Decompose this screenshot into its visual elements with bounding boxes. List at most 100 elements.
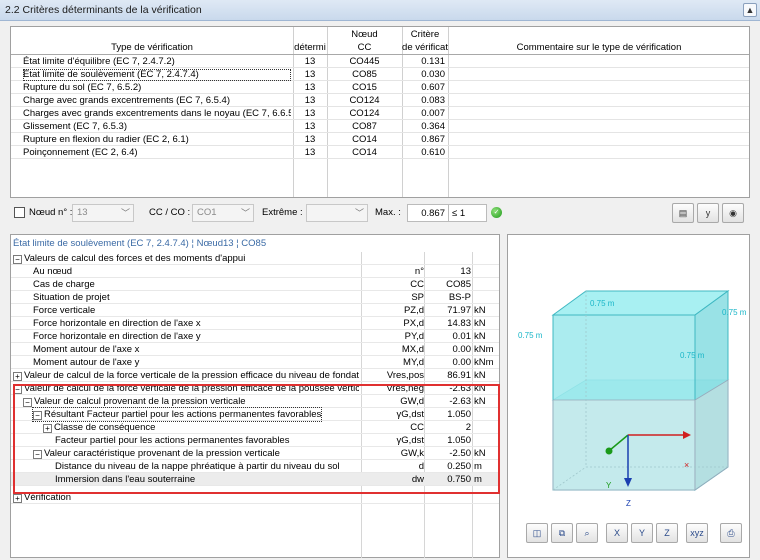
- tree-row-value: 86.91: [447, 370, 471, 381]
- expand-icon[interactable]: +: [43, 424, 52, 433]
- collapse-icon[interactable]: −: [23, 398, 32, 407]
- tree-row-unit: kN: [474, 396, 486, 407]
- tree-row[interactable]: Moment autour de l'axe x MX,d 0.00 kNm: [11, 343, 499, 356]
- graphic-view: × 0.75 m 0.75 m 0.75 m 0.75 m Y Z ◫ ⧉ ⌕ …: [507, 234, 750, 558]
- header-node[interactable]: Nœud: [327, 29, 402, 41]
- tree-row-label: Distance du niveau de la nappe phréatiqu…: [55, 461, 340, 472]
- table-row[interactable]: Glissement (EC 7, 6.5.3) 13 CO87 0.364: [11, 121, 749, 133]
- header-comment[interactable]: Commentaire sur le type de vérification: [448, 42, 750, 54]
- tree-row[interactable]: Facteur partiel pour les actions permane…: [11, 434, 499, 447]
- cc-select[interactable]: CO1 ﹀: [192, 204, 254, 222]
- header-criterion-sub[interactable]: de vérificat: [402, 42, 448, 54]
- cc-select-value: CO1: [197, 207, 217, 218]
- tree-row-symbol: PZ,d: [403, 305, 424, 316]
- tree-row[interactable]: Au nœud n° 13: [11, 265, 499, 278]
- row-node: 13: [304, 108, 316, 119]
- tree-row-symbol: γG,dst: [396, 409, 424, 420]
- tree-row-label: Valeurs de calcul des forces et des mome…: [24, 253, 246, 264]
- row-criterion: 0.007: [421, 108, 445, 119]
- tree-row[interactable]: + Vérification: [11, 491, 499, 504]
- tree-row[interactable]: Immersion dans l'eau souterraine dw 0.75…: [11, 473, 499, 486]
- table-row[interactable]: Poinçonnement (EC 2, 6.4) 13 CO14 0.610: [11, 147, 749, 159]
- collapse-icon[interactable]: −: [13, 385, 22, 394]
- tree-row[interactable]: − Valeur de calcul de la force verticale …: [11, 382, 499, 395]
- filter-bar: Nœud n° : 13 ﹀ CC / CO : CO1 ﹀ Extrême :…: [10, 203, 750, 223]
- collapse-icon[interactable]: −: [33, 450, 42, 459]
- tree-row-symbol: CC: [410, 422, 424, 433]
- view-z-button[interactable]: Z: [656, 523, 678, 543]
- tree-row-symbol: GW,k: [400, 448, 424, 459]
- row-criterion: 0.030: [421, 69, 445, 80]
- row-criterion: 0.083: [421, 95, 445, 106]
- zoom-tool-button[interactable]: ⌕: [576, 523, 598, 543]
- table-row[interactable]: Charges avec grands excentrements dans l…: [11, 108, 749, 120]
- view-eye-button[interactable]: ◉: [722, 203, 744, 223]
- collapse-icon[interactable]: −: [13, 255, 22, 264]
- tree-row-label: Moment autour de l'axe y: [33, 357, 140, 368]
- tree-row-symbol: dw: [411, 474, 424, 485]
- tree-row[interactable]: Cas de charge CC CO85: [11, 278, 499, 291]
- expand-icon[interactable]: +: [13, 372, 22, 381]
- tree-row[interactable]: Force verticale PZ,d 71.97 kN: [11, 304, 499, 317]
- tree-row[interactable]: Force horizontale en direction de l'axe …: [11, 330, 499, 343]
- table-row[interactable]: Rupture du sol (EC 7, 6.5.2) 13 CO15 0.6…: [11, 82, 749, 94]
- row-type: Rupture du sol (EC 7, 6.5.2): [23, 82, 142, 93]
- tree-row[interactable]: Moment autour de l'axe y MY,d 0.00 kNm: [11, 356, 499, 369]
- tree-row[interactable]: Situation de projet SP BS-P: [11, 291, 499, 304]
- tree-row-unit: kN: [474, 448, 486, 459]
- export-excel-button[interactable]: ▤: [672, 203, 694, 223]
- table-row[interactable]: État limite de soulèvement (EC 7, 2.4.7.…: [11, 69, 749, 81]
- collapse-button[interactable]: ▲: [743, 3, 757, 17]
- tree-row-value: 0.01: [452, 331, 472, 342]
- view-y-button[interactable]: Y: [631, 523, 653, 543]
- header-cc[interactable]: CC: [327, 42, 402, 54]
- collapse-icon[interactable]: −: [33, 411, 42, 420]
- details-tree: État limite de soulèvement (EC 7, 2.4.7.…: [10, 234, 500, 558]
- axis-z-label: Z: [626, 499, 631, 508]
- view-x-button[interactable]: X: [606, 523, 628, 543]
- header-criterion[interactable]: Critère: [402, 29, 448, 41]
- tree-row-value: -2.63: [449, 383, 471, 394]
- row-node: 13: [304, 69, 316, 80]
- tree-row[interactable]: + Valeur de calcul de la force verticale …: [11, 369, 499, 382]
- node-select[interactable]: 13 ﹀: [72, 204, 134, 222]
- table-row[interactable]: Rupture en flexion du radier (EC 2, 6.1)…: [11, 134, 749, 146]
- table-row[interactable]: État limite d'équilibre (EC 7, 2.4.7.2) …: [11, 56, 749, 68]
- tree-row[interactable]: − Résultant Facteur partiel pour les acti…: [11, 407, 499, 422]
- print-button[interactable]: ⎙: [720, 523, 742, 543]
- iso-view-button[interactable]: ◫: [526, 523, 548, 543]
- tree-row[interactable]: − Valeurs de calcul des forces et des mom…: [11, 252, 499, 265]
- tree-row-label: Au nœud: [33, 266, 73, 277]
- tree-row-unit: kN: [474, 305, 486, 316]
- tree-row-value: 1.050: [447, 435, 471, 446]
- tree-row-symbol: Vres,pos: [386, 370, 424, 381]
- tree-row-symbol: MX,d: [401, 344, 424, 355]
- view-xyz-button[interactable]: xyz: [686, 523, 708, 543]
- tree-row[interactable]: + Classe de conséquence CC 2: [11, 421, 499, 434]
- tree-row-label: Vérification: [24, 492, 71, 503]
- row-type: Charges avec grands excentrements dans l…: [23, 108, 291, 119]
- tree-row[interactable]: Force horizontale en direction de l'axe …: [11, 317, 499, 330]
- row-type: Charge avec grands excentrements (EC 7, …: [23, 95, 230, 106]
- header-determ[interactable]: détermi: [293, 42, 327, 54]
- tree-row-unit: kNm: [474, 357, 494, 368]
- tree-title: État limite de soulèvement (EC 7, 2.4.7.…: [13, 238, 267, 249]
- tree-row-label: Immersion dans l'eau souterraine: [55, 474, 196, 485]
- view-mode-button[interactable]: ⧉: [551, 523, 573, 543]
- expand-icon[interactable]: +: [13, 494, 22, 503]
- dimension-right: 0.75 m: [722, 308, 747, 317]
- extreme-select[interactable]: ﹀: [306, 204, 368, 222]
- tree-row-label: Situation de projet: [33, 292, 110, 303]
- tree-row-symbol: PX,d: [403, 318, 424, 329]
- tree-row[interactable]: − Valeur caractéristique provenant de la …: [11, 447, 499, 460]
- tree-row-value: 14.83: [447, 318, 471, 329]
- tree-row-symbol: GW,d: [400, 396, 424, 407]
- header-type[interactable]: Type de vérification: [11, 42, 293, 54]
- tree-row[interactable]: − Valeur de calcul provenant de la pressi…: [11, 395, 499, 408]
- filter-values-button[interactable]: y: [697, 203, 719, 223]
- axis-y-label: Y: [606, 481, 612, 490]
- table-row[interactable]: Charge avec grands excentrements (EC 7, …: [11, 95, 749, 107]
- tree-row-label: Valeur de calcul de la force verticale d…: [24, 370, 359, 381]
- node-checkbox[interactable]: [14, 207, 25, 218]
- tree-row[interactable]: Distance du niveau de la nappe phréatiqu…: [11, 460, 499, 473]
